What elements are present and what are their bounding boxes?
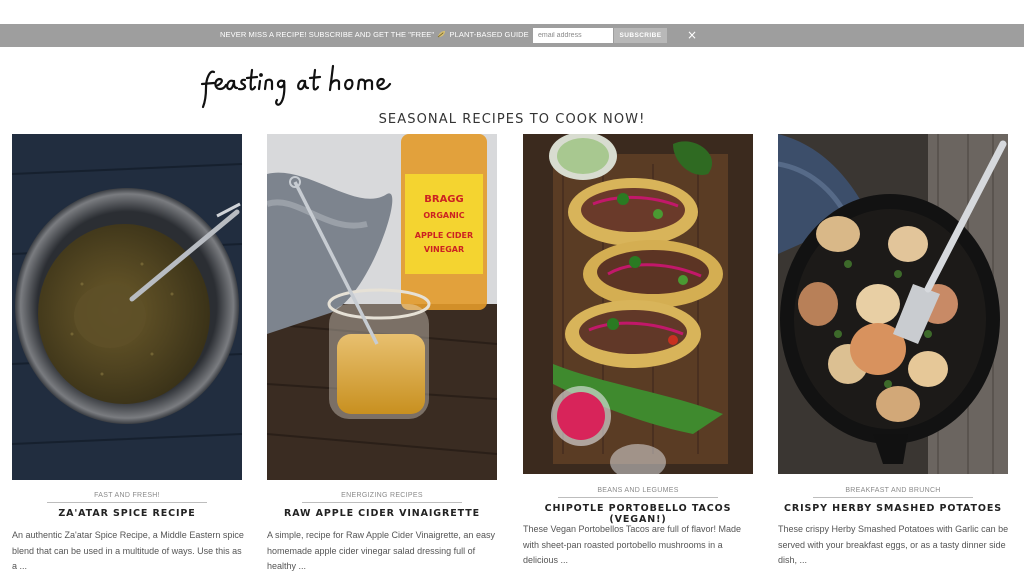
zaatar-photo	[12, 134, 242, 480]
bottle-line2: APPLE CIDER	[415, 231, 473, 240]
subscribe-bar: NEVER MISS A RECIPE! SUBSCRIBE AND GET T…	[0, 24, 1024, 47]
recipe-title[interactable]: ZA'ATAR SPICE RECIPE	[12, 508, 242, 519]
email-input[interactable]	[533, 28, 613, 43]
bottle-line1: ORGANIC	[423, 211, 464, 220]
subscribe-button[interactable]: SUBSCRIBE	[614, 28, 667, 43]
site-logo[interactable]	[200, 60, 400, 112]
tacos-photo	[523, 134, 753, 474]
bottle-brand: BRAGG	[424, 194, 463, 205]
recipe-excerpt: A simple, recipe for Raw Apple Cider Vin…	[267, 530, 495, 571]
recipe-category: BREAKFAST AND BRUNCH	[845, 487, 941, 494]
section-heading: SEASONAL RECIPES TO COOK NOW!	[378, 112, 646, 127]
potatoes-photo	[778, 134, 1008, 474]
category-divider	[302, 502, 462, 503]
recipe-image-vinaigrette[interactable]: BRAGG ORGANIC APPLE CIDER VINEGAR	[267, 134, 497, 480]
recipe-title[interactable]: RAW APPLE CIDER VINAIGRETTE	[267, 508, 497, 519]
recipe-image-potatoes[interactable]	[778, 134, 1008, 474]
subscribe-message-suffix: PLANT-BASED GUIDE	[449, 30, 529, 39]
recipe-image-tacos[interactable]	[523, 134, 753, 474]
recipe-category: FAST AND FRESH!	[94, 492, 160, 499]
category-divider	[47, 502, 207, 503]
subscribe-message-text: NEVER MISS A RECIPE! SUBSCRIBE AND GET T…	[220, 30, 435, 39]
bottle-line3: VINEGAR	[424, 245, 464, 254]
leaf-icon	[438, 30, 446, 38]
recipe-image-zaatar[interactable]	[12, 134, 242, 480]
logo-script-image	[200, 64, 392, 109]
category-divider	[813, 497, 973, 498]
recipe-title[interactable]: CRISPY HERBY SMASHED POTATOES	[778, 503, 1008, 514]
recipe-excerpt: These crispy Herby Smashed Potatoes with…	[778, 524, 1009, 565]
recipe-category: ENERGIZING RECIPES	[341, 492, 423, 499]
vinaigrette-photo: BRAGG ORGANIC APPLE CIDER VINEGAR	[267, 134, 497, 480]
close-icon[interactable]: ×	[686, 27, 698, 43]
recipe-excerpt: An authentic Za'atar Spice Recipe, a Mid…	[12, 530, 244, 571]
recipe-category: BEANS AND LEGUMES	[597, 487, 679, 494]
category-divider	[558, 497, 718, 498]
recipe-excerpt: These Vegan Portobellos Tacos are full o…	[523, 524, 741, 565]
subscribe-message: NEVER MISS A RECIPE! SUBSCRIBE AND GET T…	[220, 30, 529, 39]
